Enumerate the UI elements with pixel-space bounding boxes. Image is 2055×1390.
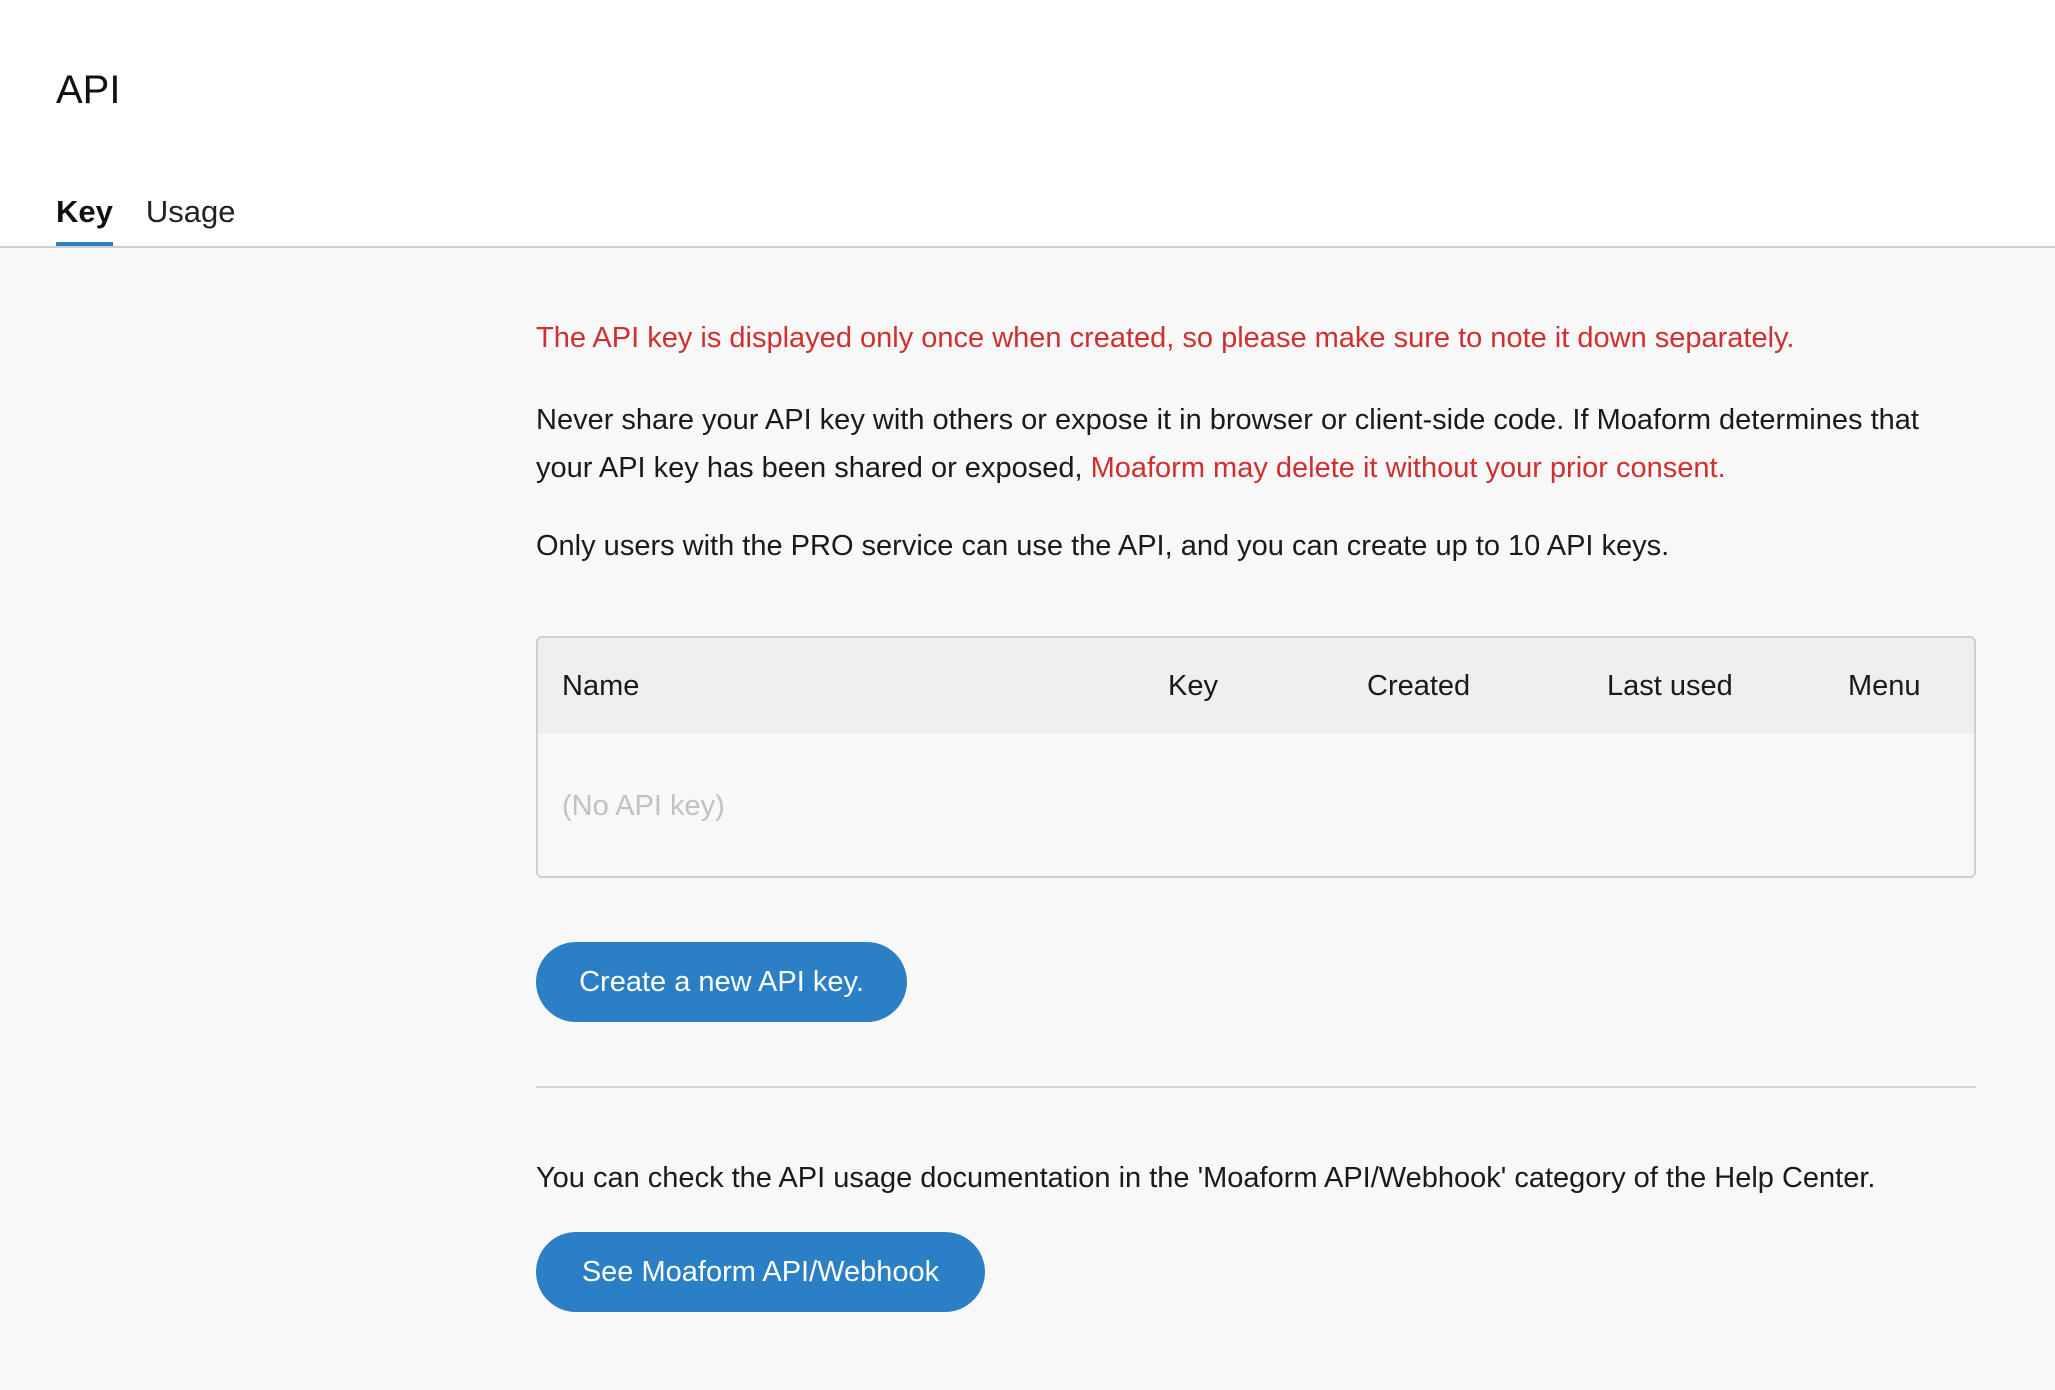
table-header: Name Key Created Last used Menu [538, 638, 1974, 734]
column-header-name: Name [562, 670, 640, 702]
tab-bar: Key Usage [56, 192, 236, 246]
tab-key[interactable]: Key [56, 192, 113, 246]
api-key-table: Name Key Created Last used Menu (No API … [536, 636, 1976, 878]
column-header-key: Key [1168, 670, 1218, 702]
share-warning: Never share your API key with others or … [536, 396, 1976, 492]
see-api-docs-button[interactable]: See Moaform API/Webhook [536, 1232, 985, 1312]
pro-service-info: Only users with the PRO service can use … [536, 530, 1670, 562]
page-header: API Key Usage [0, 0, 2055, 248]
column-header-menu: Menu [1848, 670, 1921, 702]
column-header-last-used: Last used [1607, 670, 1733, 702]
empty-table-message: (No API key) [562, 790, 725, 822]
deletion-warning: Moaform may delete it without your prior… [1090, 452, 1726, 484]
help-center-info: You can check the API usage documentatio… [536, 1162, 1876, 1194]
tab-usage[interactable]: Usage [146, 192, 236, 242]
page-title: API [56, 68, 121, 112]
create-api-key-button[interactable]: Create a new API key. [536, 942, 907, 1022]
column-header-created: Created [1367, 670, 1471, 702]
once-display-notice: The API key is displayed only once when … [536, 322, 1795, 354]
section-divider [536, 1086, 1976, 1088]
